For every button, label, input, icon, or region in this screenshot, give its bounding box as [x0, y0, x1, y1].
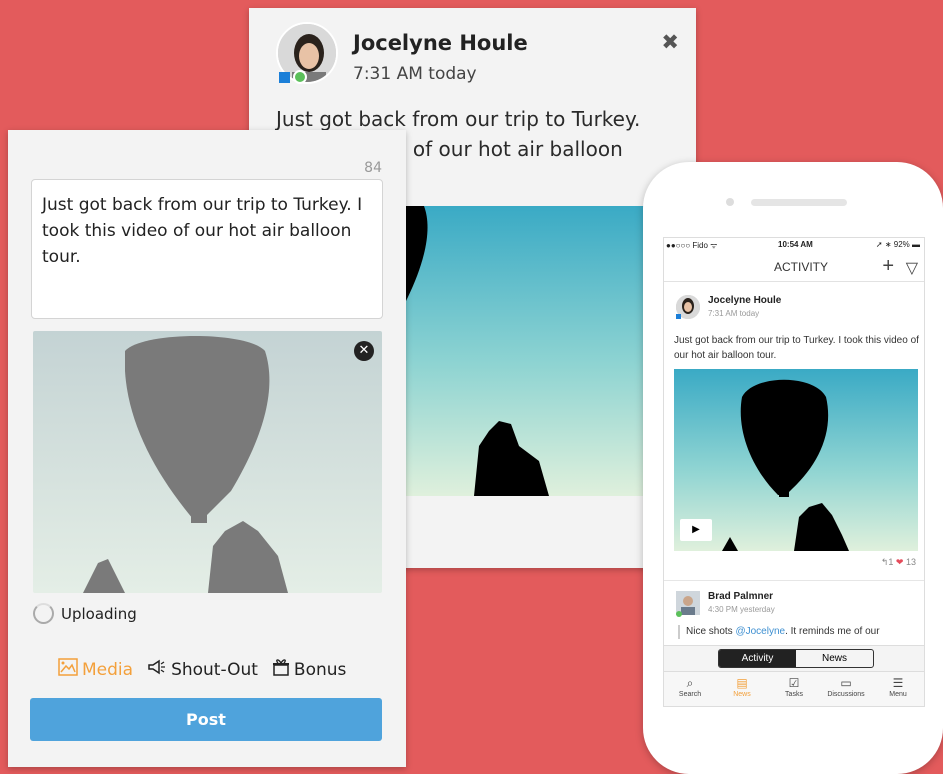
presence-square-icon: [279, 72, 290, 83]
feed-post[interactable]: Jocelyne Houle 7:31 AM today Just got ba…: [664, 283, 924, 578]
attached-media-preview: [33, 331, 382, 593]
post-timestamp: 7:31 AM today: [708, 309, 760, 318]
online-status-icon: [293, 70, 307, 84]
shoutout-tool-button[interactable]: Shout-Out: [147, 659, 258, 680]
segment-news[interactable]: News: [796, 650, 873, 667]
presence-square-icon: [676, 314, 681, 319]
media-tool-button[interactable]: Media: [58, 658, 133, 681]
tab-search[interactable]: ⌕ Search: [664, 672, 716, 706]
author-name[interactable]: Jocelyne Houle: [708, 295, 781, 306]
search-icon: ⌕: [686, 676, 694, 690]
speaker-grille: [751, 199, 847, 206]
gift-icon: [272, 658, 290, 681]
news-icon: ▤: [736, 676, 748, 690]
discussions-icon: ▭: [840, 676, 852, 690]
author-name[interactable]: Jocelyne Houle: [353, 31, 528, 55]
divider: [664, 580, 924, 581]
status-bar: ●●○○○ Fido ᯤ 10:54 AM ➚ ∗ 92% ▬: [664, 240, 924, 252]
tab-label: News: [733, 691, 751, 698]
tab-tasks[interactable]: ☑ Tasks: [768, 672, 820, 706]
tab-menu[interactable]: ☰ Menu: [872, 672, 924, 706]
tab-discussions[interactable]: ▭ Discussions: [820, 672, 872, 706]
author-name[interactable]: Brad Palmner: [708, 591, 773, 602]
megaphone-icon: [147, 659, 167, 680]
feed-post[interactable]: Brad Palmner 4:30 PM yesterday Nice shot…: [664, 583, 924, 645]
post-text: Nice shots @Jocelyne. It reminds me of o…: [686, 626, 880, 637]
bonus-label: Bonus: [293, 659, 347, 680]
tab-label: Search: [678, 691, 702, 698]
add-icon[interactable]: +: [882, 255, 894, 278]
remove-media-icon[interactable]: ✕: [354, 341, 374, 361]
segment-bar: Activity News: [664, 645, 924, 671]
upload-status: Uploading: [61, 605, 137, 623]
heart-icon[interactable]: ❤: [896, 557, 904, 567]
tab-news[interactable]: ▤ News: [716, 672, 768, 706]
media-label: Media: [82, 659, 134, 680]
loading-spinner-icon: [33, 603, 54, 624]
tab-label: Discussions: [827, 691, 865, 698]
menu-icon: ☰: [892, 676, 904, 690]
post-composer: 84 Just got back from our trip to Turkey…: [8, 130, 406, 767]
filter-icon[interactable]: ▽: [906, 258, 918, 278]
view-segmented-control: Activity News: [718, 649, 874, 668]
post-timestamp: 7:31 AM today: [353, 64, 477, 84]
phone-screen: ●●○○○ Fido ᯤ 10:54 AM ➚ ∗ 92% ▬ ACTIVITY…: [663, 237, 925, 707]
activity-feed: Jocelyne Houle 7:31 AM today Just got ba…: [664, 283, 924, 645]
status-time: 10:54 AM: [778, 240, 813, 249]
text-segment: . It reminds me of our: [785, 626, 880, 637]
nav-bar: ACTIVITY + ▽: [664, 254, 924, 282]
bonus-tool-button[interactable]: Bonus: [272, 658, 346, 681]
like-count: 13: [905, 557, 916, 567]
post-timestamp: 4:30 PM yesterday: [708, 605, 775, 614]
character-counter: 84: [364, 160, 382, 176]
quote-bar: [678, 625, 680, 639]
close-icon[interactable]: ✖: [661, 30, 679, 54]
image-icon: [58, 658, 78, 681]
camera-icon: [726, 198, 734, 206]
reactions: ↰1 ❤ 13: [881, 557, 916, 568]
tab-label: Tasks: [785, 691, 803, 698]
shoutout-label: Shout-Out: [171, 659, 258, 680]
reply-count: 1: [888, 557, 894, 567]
composer-tools: Media Shout-Out Bonus: [58, 658, 346, 681]
message-input[interactable]: Just got back from our trip to Turkey. I…: [31, 179, 383, 319]
text-segment: Nice shots: [686, 626, 736, 637]
tab-bar: ⌕ Search ▤ News ☑ Tasks ▭ Discussions ☰ Menu: [664, 671, 924, 706]
page-title: ACTIVITY: [774, 260, 829, 274]
play-icon[interactable]: ▶: [680, 519, 712, 541]
post-button[interactable]: Post: [30, 698, 382, 741]
post-text: Just got back from our trip to Turkey. I…: [674, 335, 919, 361]
battery-indicator: ➚ ∗ 92% ▬: [875, 240, 920, 249]
segment-activity[interactable]: Activity: [719, 650, 796, 667]
carrier-label: ●●○○○ Fido ᯤ: [666, 241, 718, 250]
tab-label: Menu: [889, 691, 907, 698]
online-status-icon: [676, 611, 682, 617]
phone-mockup: ●●○○○ Fido ᯤ 10:54 AM ➚ ∗ 92% ▬ ACTIVITY…: [643, 162, 943, 774]
mention-link[interactable]: @Jocelyne: [735, 626, 785, 637]
tasks-icon: ☑: [788, 676, 800, 690]
